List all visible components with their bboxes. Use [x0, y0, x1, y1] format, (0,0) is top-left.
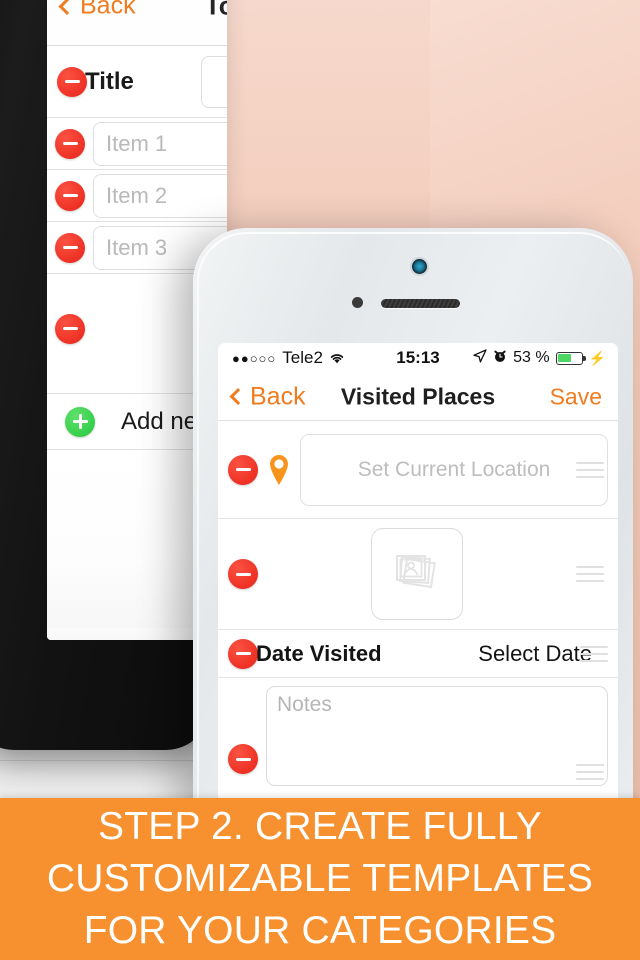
location-arrow-icon: [473, 348, 487, 368]
promo-banner: STEP 2. CREATE FULLY CUSTOMIZABLE TEMPLA…: [0, 798, 640, 960]
item-1-placeholder: Item 1: [106, 130, 168, 156]
banner-line-2: CUSTOMIZABLE TEMPLATES: [46, 857, 594, 900]
item-1-input[interactable]: Item 1: [93, 121, 227, 166]
photo-stack-icon[interactable]: [371, 528, 463, 620]
delete-row-icon[interactable]: [228, 559, 258, 589]
notes-input[interactable]: Notes: [266, 686, 608, 786]
set-location-placeholder: Set Current Location: [357, 457, 551, 481]
save-button[interactable]: Save: [550, 383, 602, 410]
battery-icon: [555, 351, 586, 365]
promo-screenshot: Back ToDo Save Title Name Item 1: [0, 0, 640, 960]
back-nav-bar: Back ToDo Save: [47, 0, 227, 46]
delete-row-icon[interactable]: [55, 232, 85, 263]
set-location-input[interactable]: Set Current Location: [300, 433, 608, 506]
item-3-placeholder: Item 3: [106, 234, 168, 260]
reorder-grip-icon[interactable]: [576, 764, 604, 780]
table-row-title[interactable]: Title Name: [47, 46, 227, 118]
item-2-placeholder: Item 2: [106, 182, 168, 208]
title-name-input[interactable]: Name: [201, 55, 227, 108]
reorder-grip-icon[interactable]: [576, 566, 604, 582]
location-pin-icon: [266, 453, 292, 487]
delete-row-icon[interactable]: [228, 638, 258, 669]
item-2-input[interactable]: Item 2: [93, 173, 227, 218]
table-row-photo[interactable]: [218, 519, 618, 630]
notes-placeholder: Notes: [277, 693, 332, 716]
nav-bar: Back Visited Places Save: [218, 373, 618, 421]
delete-row-icon[interactable]: [228, 744, 258, 774]
banner-line-1: STEP 2. CREATE FULLY: [98, 805, 542, 848]
alarm-clock-icon: [493, 349, 507, 368]
add-icon[interactable]: [65, 406, 95, 437]
proximity-sensor-icon: [352, 297, 363, 308]
delete-row-icon[interactable]: [55, 128, 85, 159]
table-row-item-2[interactable]: Item 2: [47, 170, 227, 222]
page-title: ToDo: [204, 0, 227, 21]
delete-row-icon[interactable]: [57, 66, 87, 97]
date-visited-label: Date Visited: [256, 640, 382, 666]
last-cell-label: Last cell: [59, 640, 143, 641]
row-label: Title: [85, 67, 134, 95]
earpiece-speaker: [381, 299, 460, 308]
battery-percent-label: 53 %: [513, 349, 550, 366]
front-camera-icon: [412, 259, 427, 274]
status-bar: ●●○○○ Tele2 15:13 53 % ⚡: [218, 343, 618, 373]
select-date-value[interactable]: Select Date: [478, 641, 592, 667]
reorder-grip-icon[interactable]: [580, 645, 608, 662]
table-row-date[interactable]: Date Visited Select Date: [218, 630, 618, 678]
reorder-grip-icon[interactable]: [576, 461, 604, 478]
table-row-location[interactable]: Set Current Location: [218, 421, 618, 519]
table-row-notes[interactable]: Notes: [218, 678, 618, 788]
charging-bolt-icon: ⚡: [588, 349, 606, 366]
delete-row-icon[interactable]: [55, 313, 85, 344]
delete-row-icon[interactable]: [55, 180, 85, 211]
foreground-phone-screen: ●●○○○ Tele2 15:13 53 % ⚡ Back Visited Pl…: [218, 343, 618, 818]
banner-line-3: FOR YOUR CATEGORIES: [83, 909, 557, 952]
delete-row-icon[interactable]: [228, 454, 258, 485]
table-row-item-1[interactable]: Item 1: [47, 118, 227, 170]
